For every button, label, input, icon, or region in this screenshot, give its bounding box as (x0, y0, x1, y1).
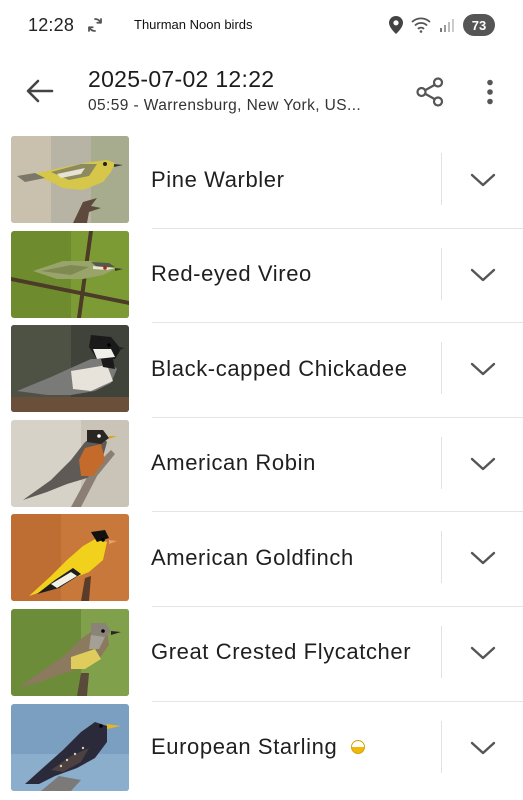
divider (441, 436, 442, 489)
species-photo (11, 136, 129, 223)
species-name: Black-capped Chickadee (151, 355, 408, 381)
half-circle-badge-icon (351, 740, 366, 755)
app-bar: 2025-07-02 12:22 05:59 - Warrensburg, Ne… (0, 50, 523, 132)
species-name-wrap: Red-eyed Vireo (151, 231, 312, 318)
arrow-back-icon (26, 79, 54, 103)
chevron-down-icon (470, 741, 496, 754)
expand-button[interactable] (463, 633, 503, 673)
notification-title: Thurman Noon birds (134, 17, 253, 32)
chevron-down-icon (470, 362, 496, 376)
species-photo (11, 230, 129, 318)
row-divider (152, 605, 523, 607)
row-divider (152, 511, 523, 513)
divider (441, 625, 442, 678)
page-title: 2025-07-02 12:22 (88, 66, 275, 92)
row-divider (152, 700, 523, 702)
species-photo (11, 608, 129, 696)
expand-button[interactable] (463, 538, 503, 578)
species-name-wrap: American Robin (151, 420, 316, 507)
row-divider (152, 227, 523, 229)
species-list: Pine Warbler Red-eyed Vireo Black-capped… (0, 136, 523, 798)
chevron-down-icon (470, 646, 496, 660)
species-name-wrap: European Starling (151, 704, 366, 791)
species-name: Red-eyed Vireo (151, 261, 312, 287)
species-name-wrap: Black-capped Chickadee (151, 325, 408, 412)
species-name: American Goldfinch (151, 544, 354, 570)
species-name: European Starling (151, 734, 338, 760)
species-name-wrap: Great Crested Flycatcher (151, 609, 411, 696)
divider (441, 247, 442, 300)
divider (441, 342, 442, 395)
species-name-wrap: Pine Warbler (151, 136, 285, 223)
species-name: Great Crested Flycatcher (151, 639, 412, 665)
row-divider (152, 322, 523, 324)
back-button[interactable] (22, 76, 58, 106)
chevron-down-icon (470, 457, 496, 470)
expand-button[interactable] (463, 160, 503, 200)
page-subtitle: 05:59 - Warrensburg, New York, US... (88, 97, 362, 114)
sync-icon (88, 18, 102, 32)
status-icons: 73 (389, 14, 495, 36)
share-button[interactable] (410, 72, 450, 112)
chevron-down-icon (470, 173, 496, 187)
list-item[interactable]: American Robin (0, 419, 523, 515)
expand-button[interactable] (463, 728, 503, 768)
list-item[interactable]: Red-eyed Vireo (0, 230, 523, 326)
species-name-wrap: American Goldfinch (151, 514, 354, 601)
species-photo (11, 703, 129, 791)
list-item[interactable]: Pine Warbler (0, 136, 523, 231)
species-photo (11, 419, 129, 507)
list-item[interactable]: European Starling (0, 703, 523, 799)
chevron-down-icon (470, 552, 496, 565)
share-icon (416, 77, 444, 107)
list-item[interactable]: Black-capped Chickadee (0, 325, 523, 420)
divider (441, 531, 442, 584)
more-options-button[interactable] (475, 72, 505, 112)
expand-button[interactable] (463, 349, 503, 389)
expand-button[interactable] (463, 444, 503, 484)
divider (441, 720, 442, 773)
status-bar: 12:28 Thurman Noon birds 73 (0, 0, 523, 50)
title-block: 2025-07-02 12:22 05:59 - Warrensburg, Ne… (88, 66, 398, 115)
list-item[interactable]: Great Crested Flycatcher (0, 608, 523, 704)
expand-button[interactable] (463, 255, 503, 295)
status-time: 12:28 (28, 15, 75, 35)
species-name: Pine Warbler (151, 166, 285, 192)
species-name: American Robin (151, 450, 316, 476)
location-pin-icon (389, 16, 403, 34)
signal-icon (440, 19, 454, 32)
wifi-icon (411, 17, 431, 33)
battery-indicator: 73 (463, 14, 495, 36)
species-photo (11, 325, 129, 413)
more-vert-icon (487, 79, 493, 105)
species-photo (11, 514, 129, 602)
chevron-down-icon (470, 268, 496, 281)
row-divider (152, 416, 523, 418)
list-item[interactable]: American Goldfinch (0, 514, 523, 609)
divider (441, 153, 442, 205)
